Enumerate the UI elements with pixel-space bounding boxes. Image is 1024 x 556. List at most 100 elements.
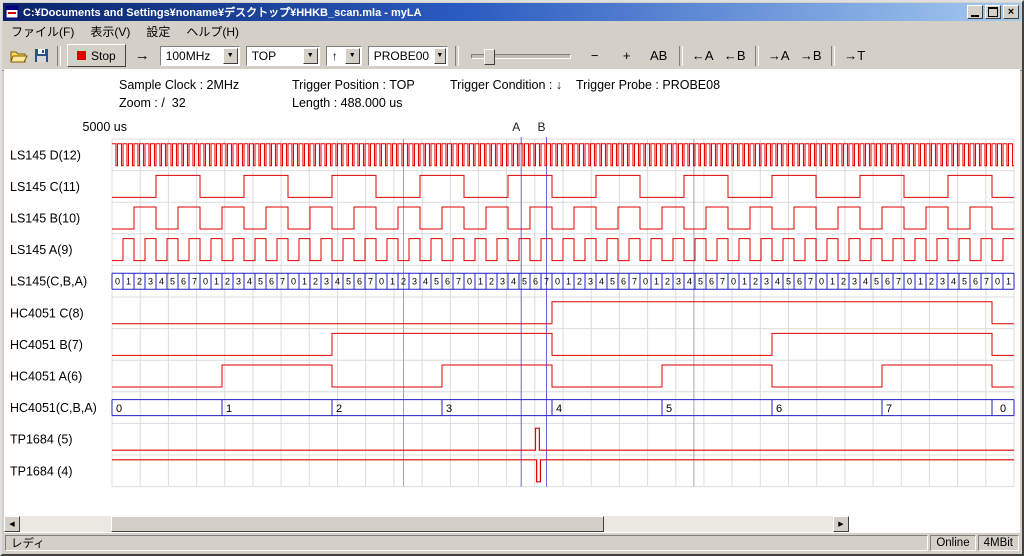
trigger-edge-value: ↑ (327, 49, 345, 63)
bus-value: 6 (269, 277, 274, 287)
zoom-in-button[interactable]: + (611, 44, 643, 68)
bus-value: 0 (1000, 403, 1006, 415)
floppy-disk-icon (34, 48, 49, 63)
bus-value: 3 (588, 277, 593, 287)
minimize-icon (971, 15, 979, 17)
zoom-out-button[interactable]: − (579, 44, 611, 68)
bus-value: 6 (445, 277, 450, 287)
zoom-slider-handle[interactable] (484, 49, 495, 65)
zoom-slider[interactable] (471, 48, 571, 64)
bus-value: 5 (610, 277, 615, 287)
bus-value: 7 (368, 277, 373, 287)
toolbar-separator (755, 46, 759, 66)
bus-value: 4 (511, 277, 516, 287)
toolbar-separator (455, 46, 459, 66)
bus-value: 6 (533, 277, 538, 287)
bus-value: 6 (621, 277, 626, 287)
bus-value: 1 (214, 277, 219, 287)
horizontal-scrollbar[interactable]: ◀ ▶ (4, 516, 849, 532)
open-file-button[interactable] (7, 45, 30, 67)
set-cursor-b-button[interactable]: →B (795, 44, 827, 68)
menu-settings[interactable]: 設定 (138, 21, 178, 42)
bus-value: 7 (632, 277, 637, 287)
bus-value: 5 (698, 277, 703, 287)
chevron-down-icon[interactable]: ▼ (303, 48, 318, 64)
bus-value: 5 (346, 277, 351, 287)
scroll-left-button[interactable]: ◀ (4, 516, 20, 532)
channel-label: LS145 B(10) (10, 212, 80, 226)
chevron-down-icon[interactable]: ▼ (223, 48, 238, 64)
waveform-channel-6: HC4051 B(7) (10, 333, 1014, 355)
bus-value: 2 (336, 403, 342, 415)
waveform-channel-0: LS145 D(12) (10, 144, 1014, 166)
bus-value: 6 (357, 277, 362, 287)
trigger-position-select[interactable]: TOP ▼ (246, 46, 320, 66)
bus-value: 7 (886, 403, 892, 415)
waveform-channel-2: LS145 B(10) (10, 207, 1014, 229)
bus-value: 5 (258, 277, 263, 287)
channel-label: TP1684 (4) (10, 464, 73, 478)
close-icon: × (1008, 7, 1014, 17)
menu-view[interactable]: 表示(V) (82, 21, 138, 42)
stop-button[interactable]: Stop (67, 44, 126, 67)
bus-value: 1 (830, 277, 835, 287)
timeline-label: 5000 us (83, 120, 127, 134)
sample-clock-select[interactable]: 100MHz ▼ (160, 46, 240, 66)
bus-value: 0 (555, 277, 560, 287)
channel-label: HC4051 A(6) (10, 370, 82, 384)
waveform-channel-1: LS145 C(11) (10, 175, 1014, 197)
chevron-down-icon[interactable]: ▼ (434, 48, 446, 64)
bus-value: 1 (226, 403, 232, 415)
set-cursor-a-button[interactable]: →A (763, 44, 795, 68)
bus-value: 0 (907, 277, 912, 287)
info-sample-clock: Sample Clock : 2MHz (119, 78, 239, 92)
chevron-down-icon[interactable]: ▼ (345, 48, 360, 64)
channel-label: TP1684 (5) (10, 433, 73, 447)
cursor-ab-button[interactable]: AB (643, 44, 675, 68)
menu-file[interactable]: ファイル(F) (3, 21, 82, 42)
scroll-right-button[interactable]: ▶ (833, 516, 849, 532)
toolbar-separator (679, 46, 683, 66)
bus-value: 0 (115, 277, 120, 287)
goto-cursor-a-button[interactable]: ←A (687, 44, 719, 68)
digital-wave (112, 239, 1014, 261)
probe-select[interactable]: PROBE00 ▼ (368, 46, 448, 66)
channel-label: LS145(C,B,A) (10, 275, 87, 289)
menu-help[interactable]: ヘルプ(H) (178, 21, 247, 42)
cursor-b-label: B (537, 120, 545, 134)
channel-label: LS145 A(9) (10, 243, 73, 257)
bus-value: 4 (687, 277, 692, 287)
bus-value: 5 (962, 277, 967, 287)
bus-value: 4 (775, 277, 780, 287)
bus-value: 4 (335, 277, 340, 287)
grid (112, 139, 1014, 487)
bus-value: 0 (116, 403, 122, 415)
bus-value: 4 (863, 277, 868, 287)
cursor-a-label: A (512, 120, 520, 134)
save-button[interactable] (30, 45, 53, 67)
bus-value: 6 (797, 277, 802, 287)
scrollbar-thumb[interactable] (111, 516, 604, 532)
bus-value: 6 (709, 277, 714, 287)
app-icon (5, 5, 19, 19)
bus-value: 3 (852, 277, 857, 287)
bus-value: 3 (764, 277, 769, 287)
minimize-button[interactable] (967, 5, 983, 19)
bus-value: 7 (896, 277, 901, 287)
maximize-button[interactable] (985, 5, 1001, 19)
trigger-edge-select[interactable]: ↑ ▼ (326, 46, 362, 66)
goto-cursor-b-button[interactable]: ←B (719, 44, 751, 68)
close-button[interactable]: × (1003, 5, 1019, 19)
bus-value: 0 (643, 277, 648, 287)
bus-value: 6 (885, 277, 890, 287)
status-memory: 4MBit (978, 535, 1019, 551)
goto-trigger-button[interactable]: →T (839, 44, 871, 68)
bus-value: 6 (973, 277, 978, 287)
window-title: C:¥Documents and Settings¥noname¥デスクトップ¥… (23, 4, 965, 20)
bus-value: 2 (665, 277, 670, 287)
bus-value: 1 (918, 277, 923, 287)
run-button[interactable]: → (128, 45, 157, 66)
bus-value: 5 (874, 277, 879, 287)
bus-value: 3 (412, 277, 417, 287)
waveform-channel-4: LS145(C,B,A)0123456701234567012345670123… (10, 273, 1014, 289)
